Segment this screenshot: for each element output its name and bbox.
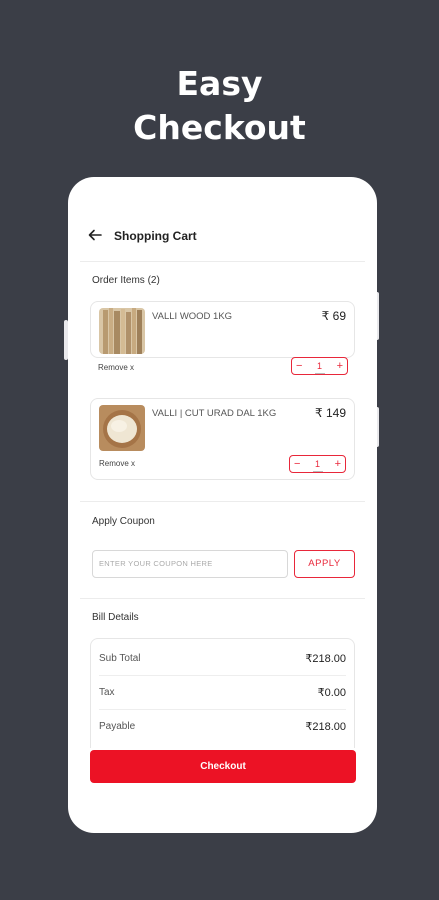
bill-row-subtotal: Sub Total ₹218.00 — [99, 641, 346, 675]
headline-line-2: Checkout — [133, 108, 306, 147]
bill-row-tax: Tax ₹0.00 — [99, 675, 346, 709]
checkout-button[interactable]: Checkout — [90, 750, 356, 783]
header-divider — [80, 261, 365, 262]
bill-row-value: ₹218.00 — [305, 652, 346, 665]
promo-headline: Easy Checkout — [0, 62, 439, 150]
order-items-label: Order Items (2) — [92, 275, 160, 286]
bill-row-payable: Payable ₹218.00 — [99, 709, 346, 743]
bill-row-label: Payable — [99, 720, 136, 732]
quantity-stepper: − 1 + — [289, 455, 346, 473]
apply-coupon-label: Apply Coupon — [92, 516, 155, 527]
phone-screen: Shopping Cart Order Items (2) VALLI WOOD… — [68, 177, 377, 833]
headline-line-1: Easy — [176, 64, 263, 103]
page-title: Shopping Cart — [114, 229, 197, 243]
remove-item-link[interactable]: Remove x — [98, 363, 134, 372]
section-divider — [80, 501, 365, 502]
quantity-stepper: − 1 + — [291, 357, 348, 375]
quantity-value: 1 — [313, 361, 327, 374]
bill-row-label: Tax — [99, 686, 115, 698]
product-price: ₹ 149 — [315, 406, 346, 420]
product-name: VALLI | CUT URAD DAL 1KG — [152, 408, 277, 419]
bill-row-label: Sub Total — [99, 652, 141, 664]
bill-details-card: Sub Total ₹218.00 Tax ₹0.00 Payable ₹218… — [90, 638, 355, 748]
minus-icon[interactable]: − — [294, 458, 300, 470]
plus-icon[interactable]: + — [337, 360, 343, 372]
cart-item: VALLI WOOD 1KG ₹ 69 — [90, 301, 355, 358]
product-image-urad-dal — [99, 405, 145, 451]
product-price: ₹ 69 — [321, 309, 346, 323]
remove-item-link[interactable]: Remove x — [99, 459, 135, 468]
product-name: VALLI WOOD 1KG — [152, 311, 233, 322]
app-header: Shopping Cart — [68, 177, 377, 263]
minus-icon[interactable]: − — [296, 360, 302, 372]
product-image-wood — [99, 308, 145, 354]
quantity-value: 1 — [311, 459, 325, 472]
plus-icon[interactable]: + — [335, 458, 341, 470]
apply-coupon-button[interactable]: APPLY — [294, 550, 355, 578]
coupon-input[interactable]: ENTER YOUR COUPON HERE — [92, 550, 288, 578]
bill-details-label: Bill Details — [92, 612, 139, 623]
cart-item: VALLI | CUT URAD DAL 1KG ₹ 149 Remove x … — [90, 398, 355, 480]
back-arrow-icon[interactable] — [87, 227, 103, 243]
bill-row-value: ₹0.00 — [317, 686, 346, 699]
section-divider — [80, 598, 365, 599]
bill-row-value: ₹218.00 — [305, 720, 346, 733]
